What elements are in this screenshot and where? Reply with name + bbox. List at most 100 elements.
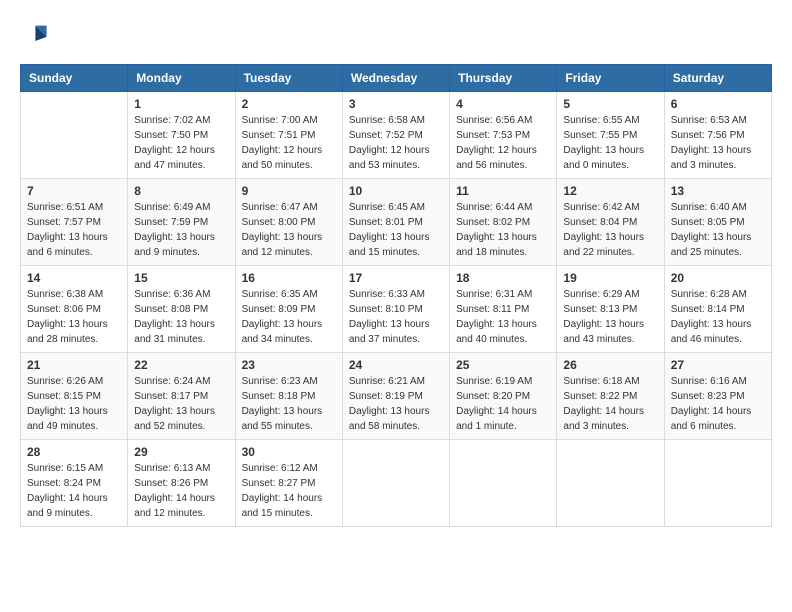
- day-number: 17: [349, 271, 443, 285]
- day-info: Sunrise: 7:00 AM Sunset: 7:51 PM Dayligh…: [242, 113, 336, 173]
- day-info: Sunrise: 6:44 AM Sunset: 8:02 PM Dayligh…: [456, 200, 550, 260]
- day-info: Sunrise: 6:33 AM Sunset: 8:10 PM Dayligh…: [349, 287, 443, 347]
- calendar-cell: 18 Sunrise: 6:31 AM Sunset: 8:11 PM Dayli…: [450, 266, 557, 353]
- day-info: Sunrise: 6:12 AM Sunset: 8:27 PM Dayligh…: [242, 461, 336, 521]
- day-number: 15: [134, 271, 228, 285]
- day-number: 21: [27, 358, 121, 372]
- calendar-week-row: 21 Sunrise: 6:26 AM Sunset: 8:15 PM Dayli…: [21, 353, 772, 440]
- calendar-cell: 9 Sunrise: 6:47 AM Sunset: 8:00 PM Daylig…: [235, 179, 342, 266]
- calendar-cell: 17 Sunrise: 6:33 AM Sunset: 8:10 PM Dayli…: [342, 266, 449, 353]
- calendar-cell: 12 Sunrise: 6:42 AM Sunset: 8:04 PM Dayli…: [557, 179, 664, 266]
- calendar-cell: 3 Sunrise: 6:58 AM Sunset: 7:52 PM Daylig…: [342, 92, 449, 179]
- calendar-cell: 11 Sunrise: 6:44 AM Sunset: 8:02 PM Dayli…: [450, 179, 557, 266]
- calendar-cell: 26 Sunrise: 6:18 AM Sunset: 8:22 PM Dayli…: [557, 353, 664, 440]
- calendar-cell: 8 Sunrise: 6:49 AM Sunset: 7:59 PM Daylig…: [128, 179, 235, 266]
- day-info: Sunrise: 6:42 AM Sunset: 8:04 PM Dayligh…: [563, 200, 657, 260]
- day-info: Sunrise: 6:13 AM Sunset: 8:26 PM Dayligh…: [134, 461, 228, 521]
- logo-icon: [20, 20, 48, 48]
- calendar-cell: [557, 440, 664, 527]
- day-info: Sunrise: 6:29 AM Sunset: 8:13 PM Dayligh…: [563, 287, 657, 347]
- day-number: 30: [242, 445, 336, 459]
- day-number: 26: [563, 358, 657, 372]
- column-header-monday: Monday: [128, 65, 235, 92]
- calendar-header-row: SundayMondayTuesdayWednesdayThursdayFrid…: [21, 65, 772, 92]
- calendar-cell: 16 Sunrise: 6:35 AM Sunset: 8:09 PM Dayli…: [235, 266, 342, 353]
- calendar-cell: 22Sunrise: 6:24 AM Sunset: 8:17 PM Dayli…: [128, 353, 235, 440]
- column-header-friday: Friday: [557, 65, 664, 92]
- page-header: [20, 20, 772, 48]
- calendar-cell: 20 Sunrise: 6:28 AM Sunset: 8:14 PM Dayli…: [664, 266, 771, 353]
- day-number: 16: [242, 271, 336, 285]
- day-info: Sunrise: 6:23 AM Sunset: 8:18 PM Dayligh…: [242, 374, 336, 434]
- day-number: 14: [27, 271, 121, 285]
- day-number: 22: [134, 358, 228, 372]
- calendar-cell: 10 Sunrise: 6:45 AM Sunset: 8:01 PM Dayli…: [342, 179, 449, 266]
- column-header-thursday: Thursday: [450, 65, 557, 92]
- calendar-cell: 28Sunrise: 6:15 AM Sunset: 8:24 PM Dayli…: [21, 440, 128, 527]
- day-number: 11: [456, 184, 550, 198]
- calendar-cell: [664, 440, 771, 527]
- day-number: 29: [134, 445, 228, 459]
- day-number: 28: [27, 445, 121, 459]
- calendar-cell: 4 Sunrise: 6:56 AM Sunset: 7:53 PM Daylig…: [450, 92, 557, 179]
- day-number: 24: [349, 358, 443, 372]
- calendar-cell: 2 Sunrise: 7:00 AM Sunset: 7:51 PM Daylig…: [235, 92, 342, 179]
- day-info: Sunrise: 6:56 AM Sunset: 7:53 PM Dayligh…: [456, 113, 550, 173]
- column-header-wednesday: Wednesday: [342, 65, 449, 92]
- calendar-cell: 25 Sunrise: 6:19 AM Sunset: 8:20 PM Dayli…: [450, 353, 557, 440]
- calendar-cell: [21, 92, 128, 179]
- day-number: 6: [671, 97, 765, 111]
- day-number: 19: [563, 271, 657, 285]
- day-number: 13: [671, 184, 765, 198]
- column-header-saturday: Saturday: [664, 65, 771, 92]
- day-number: 9: [242, 184, 336, 198]
- day-info: Sunrise: 6:47 AM Sunset: 8:00 PM Dayligh…: [242, 200, 336, 260]
- calendar-cell: 14 Sunrise: 6:38 AM Sunset: 8:06 PM Dayli…: [21, 266, 128, 353]
- calendar-cell: 19 Sunrise: 6:29 AM Sunset: 8:13 PM Dayli…: [557, 266, 664, 353]
- calendar-cell: 5 Sunrise: 6:55 AM Sunset: 7:55 PM Daylig…: [557, 92, 664, 179]
- calendar-cell: 23 Sunrise: 6:23 AM Sunset: 8:18 PM Dayli…: [235, 353, 342, 440]
- day-number: 4: [456, 97, 550, 111]
- logo: [20, 20, 52, 48]
- day-number: 20: [671, 271, 765, 285]
- calendar-cell: 21 Sunrise: 6:26 AM Sunset: 8:15 PM Dayli…: [21, 353, 128, 440]
- day-number: 23: [242, 358, 336, 372]
- day-number: 3: [349, 97, 443, 111]
- calendar-cell: [450, 440, 557, 527]
- day-info: Sunrise: 6:18 AM Sunset: 8:22 PM Dayligh…: [563, 374, 657, 434]
- day-number: 10: [349, 184, 443, 198]
- calendar-cell: [342, 440, 449, 527]
- calendar-cell: 30 Sunrise: 6:12 AM Sunset: 8:27 PM Dayli…: [235, 440, 342, 527]
- calendar-week-row: 28Sunrise: 6:15 AM Sunset: 8:24 PM Dayli…: [21, 440, 772, 527]
- day-info: Sunrise: 6:36 AM Sunset: 8:08 PM Dayligh…: [134, 287, 228, 347]
- day-info: Sunrise: 6:35 AM Sunset: 8:09 PM Dayligh…: [242, 287, 336, 347]
- calendar-cell: 7 Sunrise: 6:51 AM Sunset: 7:57 PM Daylig…: [21, 179, 128, 266]
- day-info: Sunrise: 6:49 AM Sunset: 7:59 PM Dayligh…: [134, 200, 228, 260]
- day-info: Sunrise: 6:19 AM Sunset: 8:20 PM Dayligh…: [456, 374, 550, 434]
- day-info: Sunrise: 6:51 AM Sunset: 7:57 PM Dayligh…: [27, 200, 121, 260]
- day-number: 5: [563, 97, 657, 111]
- day-info: Sunrise: 6:55 AM Sunset: 7:55 PM Dayligh…: [563, 113, 657, 173]
- day-number: 8: [134, 184, 228, 198]
- day-number: 27: [671, 358, 765, 372]
- day-number: 12: [563, 184, 657, 198]
- day-info: Sunrise: 7:02 AM Sunset: 7:50 PM Dayligh…: [134, 113, 228, 173]
- day-info: Sunrise: 6:28 AM Sunset: 8:14 PM Dayligh…: [671, 287, 765, 347]
- day-info: Sunrise: 6:26 AM Sunset: 8:15 PM Dayligh…: [27, 374, 121, 434]
- calendar-cell: 24 Sunrise: 6:21 AM Sunset: 8:19 PM Dayli…: [342, 353, 449, 440]
- calendar-week-row: 14 Sunrise: 6:38 AM Sunset: 8:06 PM Dayli…: [21, 266, 772, 353]
- calendar-cell: 27Sunrise: 6:16 AM Sunset: 8:23 PM Dayli…: [664, 353, 771, 440]
- day-info: Sunrise: 6:45 AM Sunset: 8:01 PM Dayligh…: [349, 200, 443, 260]
- day-number: 7: [27, 184, 121, 198]
- day-info: Sunrise: 6:21 AM Sunset: 8:19 PM Dayligh…: [349, 374, 443, 434]
- day-number: 25: [456, 358, 550, 372]
- day-info: Sunrise: 6:58 AM Sunset: 7:52 PM Dayligh…: [349, 113, 443, 173]
- calendar-week-row: 7 Sunrise: 6:51 AM Sunset: 7:57 PM Daylig…: [21, 179, 772, 266]
- calendar-cell: 1Sunrise: 7:02 AM Sunset: 7:50 PM Daylig…: [128, 92, 235, 179]
- calendar-cell: 29 Sunrise: 6:13 AM Sunset: 8:26 PM Dayli…: [128, 440, 235, 527]
- day-number: 18: [456, 271, 550, 285]
- calendar-cell: 13Sunrise: 6:40 AM Sunset: 8:05 PM Dayli…: [664, 179, 771, 266]
- day-info: Sunrise: 6:31 AM Sunset: 8:11 PM Dayligh…: [456, 287, 550, 347]
- day-info: Sunrise: 6:38 AM Sunset: 8:06 PM Dayligh…: [27, 287, 121, 347]
- day-number: 2: [242, 97, 336, 111]
